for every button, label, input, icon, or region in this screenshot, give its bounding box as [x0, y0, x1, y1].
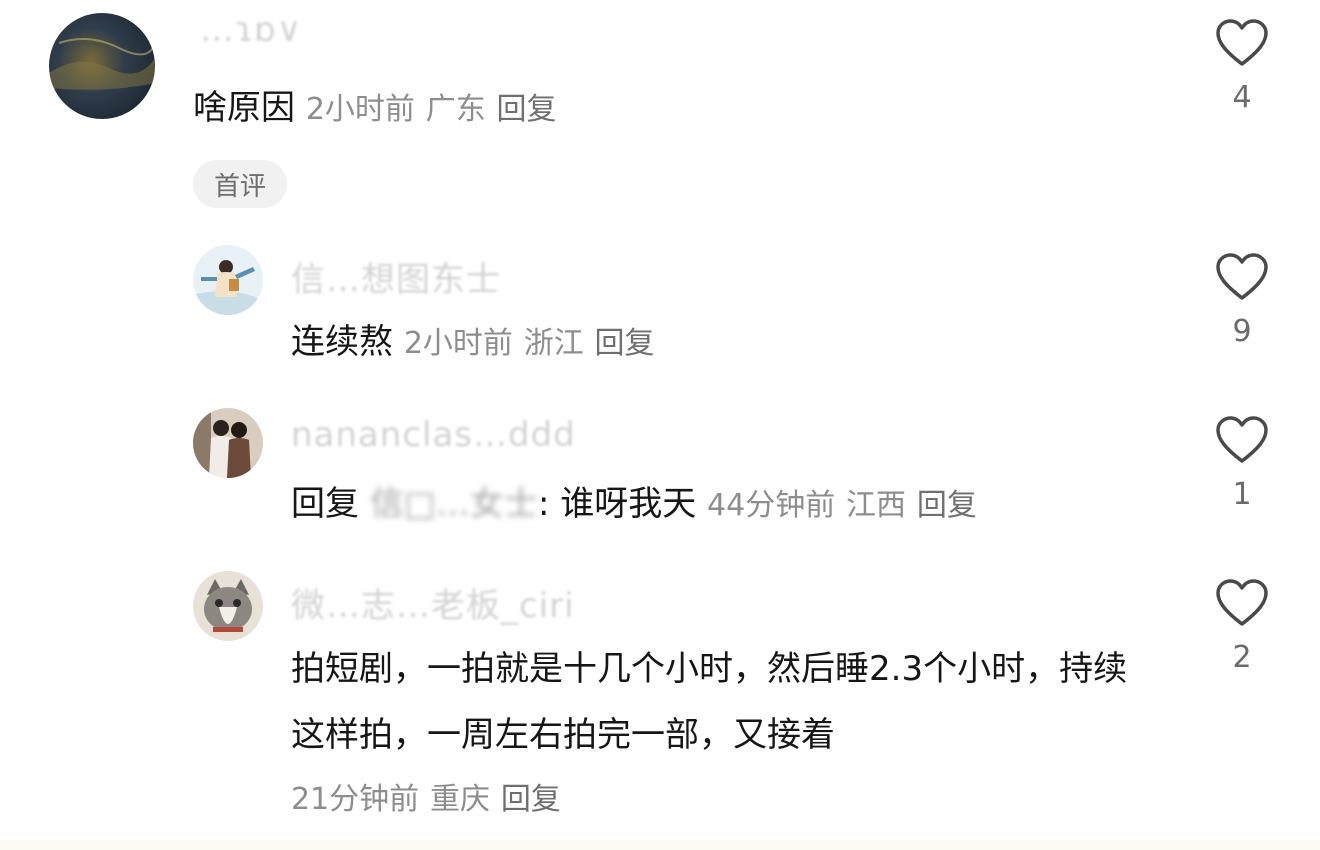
avatar[interactable] — [193, 245, 263, 315]
location: 江西 — [846, 488, 907, 523]
comment-line: 啥原因 2小时前 广东 回复 — [193, 86, 557, 132]
timestamp: 2小时前 — [403, 326, 513, 361]
timestamp: 44分钟前 — [707, 488, 836, 523]
comment-line: 连续熬 2小时前 浙江 回复 — [291, 320, 655, 366]
comment-line: 回复 信□…女士: 谁呀我天 44分钟前 江西 回复 — [291, 482, 977, 528]
avatar[interactable] — [193, 408, 263, 478]
username[interactable]: …ɿɒ∨ — [200, 10, 303, 50]
timestamp: 21分钟前 — [291, 782, 420, 817]
username[interactable]: 信…想图东士 — [291, 252, 501, 301]
reply-to-username[interactable]: 信□…女士 — [370, 484, 538, 524]
like-count: 1 — [1232, 477, 1252, 512]
bottom-edge — [0, 840, 1320, 850]
reply-button[interactable]: 回复 — [497, 92, 557, 127]
like-button[interactable]: 9 — [1212, 252, 1272, 349]
heart-outline-icon — [1216, 19, 1268, 66]
reply-button[interactable]: 回复 — [917, 488, 977, 523]
location: 浙江 — [523, 326, 584, 361]
username[interactable]: nananclas…ddd — [291, 415, 576, 455]
reply-button[interactable]: 回复 — [595, 326, 655, 361]
like-button[interactable]: 4 — [1212, 18, 1272, 115]
heart-outline-icon — [1216, 253, 1268, 300]
avatar[interactable] — [49, 13, 155, 119]
timestamp: 2小时前 — [305, 92, 415, 127]
reply-button[interactable]: 回复 — [501, 782, 561, 817]
avatar[interactable] — [193, 571, 263, 641]
comment-text: 拍短剧，一拍就是十几个小时，然后睡2.3个小时，持续这样拍，一周左右拍完一部，又… — [291, 649, 1128, 755]
like-button[interactable]: 2 — [1212, 578, 1272, 675]
location: 广东 — [425, 92, 486, 127]
heart-outline-icon — [1216, 579, 1268, 626]
comment-meta: 21分钟前 重庆 回复 — [291, 776, 561, 822]
heart-outline-icon — [1216, 416, 1268, 463]
like-button[interactable]: 1 — [1212, 415, 1272, 512]
like-count: 9 — [1232, 314, 1252, 349]
reply-prefix: 回复 — [291, 484, 359, 524]
username[interactable]: 微…志…老板_ciri — [291, 578, 575, 627]
like-count: 4 — [1232, 80, 1252, 115]
comment-text: 连续熬 — [291, 322, 393, 362]
like-count: 2 — [1232, 640, 1252, 675]
first-comment-badge: 首评 — [193, 160, 287, 208]
comment-text: : 谁呀我天 — [537, 484, 697, 524]
location: 重庆 — [430, 782, 490, 817]
comment-text: 啥原因 — [193, 88, 295, 128]
